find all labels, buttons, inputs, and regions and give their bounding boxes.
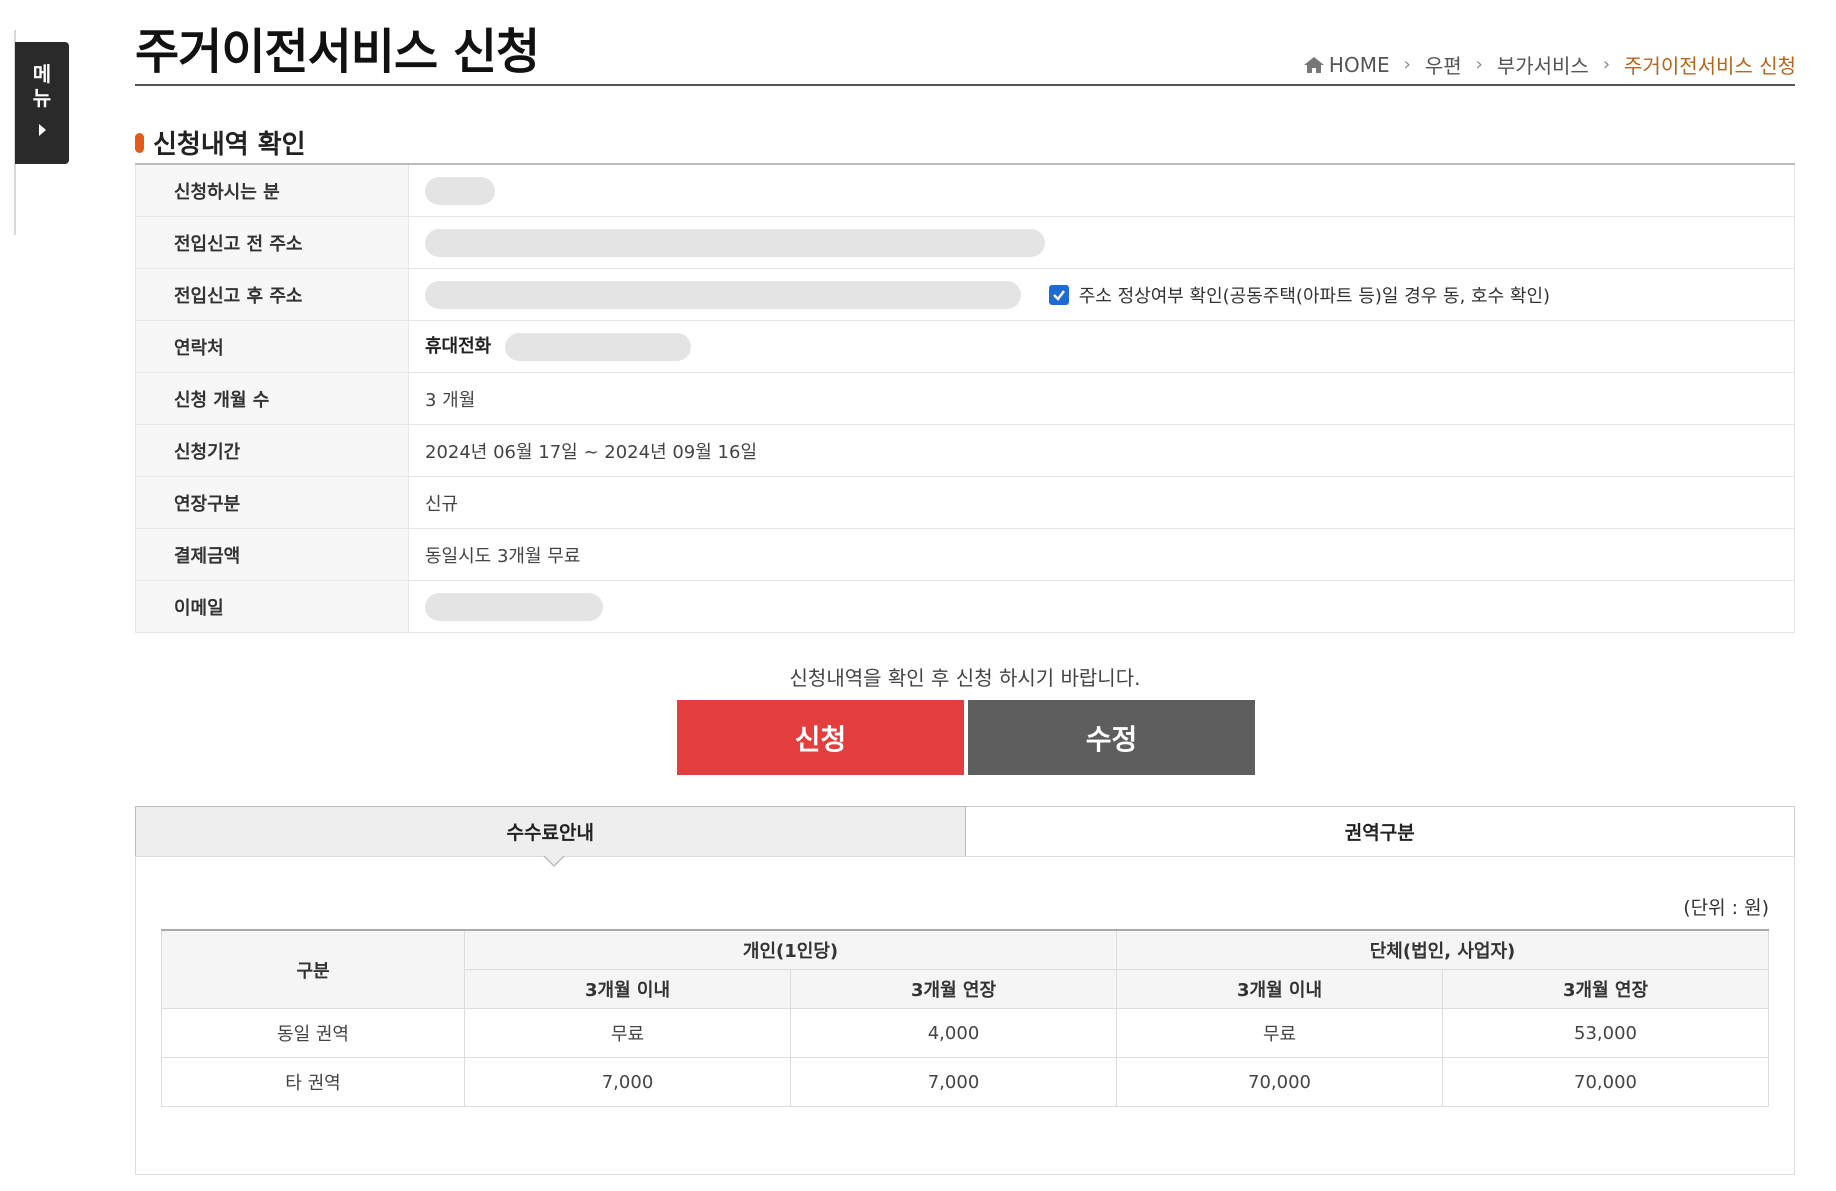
payment-label: 결제금액 bbox=[135, 528, 409, 581]
breadcrumb: HOME › 우편 › 부가서비스 › 주거이전서비스 신청 bbox=[1303, 50, 1796, 79]
address-check-label: 주소 정상여부 확인(공동주택(아파트 등)일 경우 동, 호수 확인) bbox=[1078, 285, 1551, 307]
table-header-row: 구분 개인(1인당) 단체(법인, 사업자) bbox=[161, 929, 1769, 1009]
table-row: 이메일 bbox=[135, 580, 1795, 633]
tab-fee-guide[interactable]: 수수료안내 bbox=[135, 806, 966, 857]
table-row: 연장구분 신규 bbox=[135, 476, 1795, 529]
chevron-right-icon: › bbox=[1602, 54, 1611, 75]
before-address-value bbox=[408, 216, 1795, 269]
cell-corp-within: 무료 bbox=[1116, 1008, 1443, 1058]
info-tabs: 수수료안내 권역구분 bbox=[135, 806, 1795, 857]
redacted-phone bbox=[505, 333, 692, 361]
period-value: 2024년 06월 17일 ~ 2024년 09월 16일 bbox=[408, 424, 1795, 477]
fee-table: 구분 개인(1인당) 단체(법인, 사업자) 3개월 이내 3개월 연장 3개월… bbox=[161, 929, 1769, 1107]
table-row: 전입신고 후 주소 주소 정상여부 확인(공동주택(아파트 등)일 경우 동, … bbox=[135, 268, 1795, 321]
cell-corp-extend: 70,000 bbox=[1442, 1057, 1769, 1107]
before-address-label: 전입신고 전 주소 bbox=[135, 216, 409, 269]
cell-personal-within: 무료 bbox=[464, 1008, 791, 1058]
col-corp-extend: 3개월 연장 bbox=[1442, 969, 1769, 1009]
side-menu-toggle[interactable]: 메뉴 bbox=[15, 42, 69, 164]
extension-label: 연장구분 bbox=[135, 476, 409, 529]
breadcrumb-home[interactable]: HOME bbox=[1329, 53, 1390, 77]
side-menu-label: 메뉴 bbox=[32, 62, 52, 110]
table-row: 신청기간 2024년 06월 17일 ~ 2024년 09월 16일 bbox=[135, 424, 1795, 477]
col-group-personal: 개인(1인당) bbox=[464, 929, 1117, 970]
table-row: 전입신고 전 주소 bbox=[135, 216, 1795, 269]
section-bullet-icon bbox=[135, 132, 144, 153]
fee-panel: (단위 : 원) 구분 개인(1인당) 단체(법인, 사업자) 3개월 이내 3… bbox=[135, 856, 1795, 1175]
title-divider bbox=[135, 84, 1795, 86]
cell-personal-extend: 7,000 bbox=[790, 1057, 1117, 1107]
cell-personal-extend: 4,000 bbox=[790, 1008, 1117, 1058]
redacted-applicant bbox=[425, 176, 495, 205]
section-title: 신청내역 확인 bbox=[135, 124, 306, 161]
fee-unit: (단위 : 원) bbox=[1683, 897, 1769, 919]
period-label: 신청기간 bbox=[135, 424, 409, 477]
table-row: 타 권역 7,000 7,000 70,000 70,000 bbox=[161, 1057, 1769, 1107]
chevron-right-icon: › bbox=[1475, 54, 1483, 75]
home-icon bbox=[1303, 56, 1324, 73]
contact-value: 휴대전화 bbox=[408, 320, 1795, 373]
after-address-label: 전입신고 후 주소 bbox=[135, 268, 409, 321]
cell-corp-extend: 53,000 bbox=[1442, 1008, 1769, 1058]
tab-pointer-inner-icon bbox=[545, 856, 563, 865]
address-check-checkbox[interactable] bbox=[1048, 284, 1069, 305]
table-row: 신청 개월 수 3 개월 bbox=[135, 372, 1795, 425]
redacted-after-address bbox=[425, 280, 1021, 309]
redacted-email bbox=[425, 592, 603, 621]
applicant-label: 신청하시는 분 bbox=[135, 163, 409, 217]
cell-corp-within: 70,000 bbox=[1116, 1057, 1443, 1107]
breadcrumb-current: 주거이전서비스 신청 bbox=[1624, 54, 1796, 78]
after-address-value: 주소 정상여부 확인(공동주택(아파트 등)일 경우 동, 호수 확인) bbox=[408, 268, 1795, 321]
redacted-before-address bbox=[425, 228, 1045, 257]
breadcrumb-post[interactable]: 우편 bbox=[1425, 50, 1462, 79]
table-row: 결제금액 동일시도 3개월 무료 bbox=[135, 528, 1795, 581]
col-personal-extend: 3개월 연장 bbox=[790, 969, 1117, 1009]
edit-button[interactable]: 수정 bbox=[968, 700, 1255, 775]
apply-button[interactable]: 신청 bbox=[677, 700, 964, 775]
months-label: 신청 개월 수 bbox=[135, 372, 409, 425]
contact-type: 휴대전화 bbox=[425, 336, 492, 357]
address-check[interactable]: 주소 정상여부 확인(공동주택(아파트 등)일 경우 동, 호수 확인) bbox=[1048, 282, 1551, 308]
cell-region: 타 권역 bbox=[161, 1057, 465, 1107]
check-icon bbox=[1052, 289, 1065, 301]
page-title: 주거이전서비스 신청 bbox=[135, 24, 540, 80]
cell-region: 동일 권역 bbox=[161, 1008, 465, 1058]
email-label: 이메일 bbox=[135, 580, 409, 633]
table-row: 동일 권역 무료 4,000 무료 53,000 bbox=[161, 1008, 1769, 1058]
months-value: 3 개월 bbox=[408, 372, 1795, 425]
col-group-corp: 단체(법인, 사업자) bbox=[1116, 929, 1769, 970]
section-title-text: 신청내역 확인 bbox=[153, 130, 306, 160]
col-personal-within: 3개월 이내 bbox=[464, 969, 791, 1009]
payment-value: 동일시도 3개월 무료 bbox=[408, 528, 1795, 581]
confirm-notice: 신청내역을 확인 후 신청 하시기 바랍니다. bbox=[789, 666, 1141, 690]
application-details-table: 신청하시는 분 전입신고 전 주소 전입신고 후 주소 주소 정상여부 확인(공… bbox=[135, 163, 1795, 633]
table-row: 연락처 휴대전화 bbox=[135, 320, 1795, 373]
contact-label: 연락처 bbox=[135, 320, 409, 373]
col-category: 구분 bbox=[161, 929, 465, 1009]
caret-right-icon bbox=[38, 124, 46, 136]
chevron-right-icon: › bbox=[1403, 54, 1411, 75]
cell-personal-within: 7,000 bbox=[464, 1057, 791, 1107]
breadcrumb-extra-services[interactable]: 부가서비스 bbox=[1497, 50, 1589, 79]
col-corp-within: 3개월 이내 bbox=[1116, 969, 1443, 1009]
tab-region-guide[interactable]: 권역구분 bbox=[965, 806, 1795, 857]
extension-value: 신규 bbox=[408, 476, 1795, 529]
applicant-value bbox=[408, 163, 1795, 217]
email-value bbox=[408, 580, 1795, 633]
table-row: 신청하시는 분 bbox=[135, 163, 1795, 217]
